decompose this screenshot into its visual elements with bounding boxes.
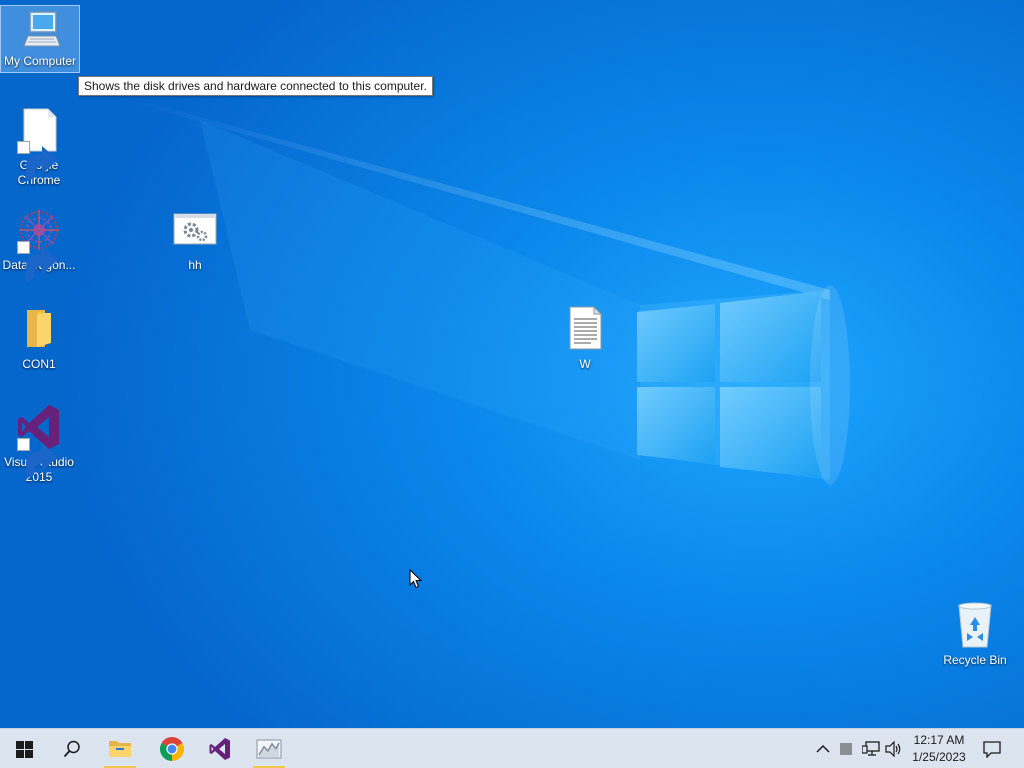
shortcut-arrow-icon <box>17 438 58 479</box>
chart-app-icon <box>256 739 282 759</box>
desktop-icon-recycle-bin[interactable]: Recycle Bin <box>936 601 1014 668</box>
computer-icon <box>16 6 64 54</box>
text-file-icon <box>561 305 609 353</box>
recycle-bin-icon <box>951 601 999 649</box>
desktop-icon-label: Recycle Bin <box>943 653 1007 667</box>
app-button[interactable] <box>246 729 292 768</box>
tooltip: Shows the disk drives and hardware conne… <box>78 76 433 96</box>
chrome-icon <box>160 737 184 761</box>
file-explorer-button[interactable] <box>97 729 143 768</box>
visual-studio-icon <box>209 738 230 760</box>
start-button[interactable] <box>1 729 47 768</box>
volume-button[interactable] <box>884 739 904 759</box>
clock-time: 12:17 AM <box>913 733 965 747</box>
volume-icon <box>885 741 901 757</box>
desktop-icon-w[interactable]: W <box>546 305 624 372</box>
network-icon <box>862 741 880 756</box>
visual-studio-icon <box>15 403 63 479</box>
chrome-button[interactable] <box>149 729 195 768</box>
desktop-icon-my-computer[interactable]: My Computer <box>0 5 80 73</box>
search-icon <box>63 740 80 758</box>
wallpaper <box>120 95 850 485</box>
visual-studio-button[interactable] <box>197 729 243 768</box>
clock[interactable]: 12:17 AM 1/25/2023 <box>906 732 972 766</box>
windows-logo-icon <box>15 740 33 758</box>
desktop-icon-google-chrome[interactable]: Google Chrome <box>0 106 78 188</box>
show-hidden-icons-button[interactable] <box>813 739 833 759</box>
notification-icon <box>983 740 1001 758</box>
folder-icon <box>15 305 63 353</box>
mouse-cursor-icon <box>409 569 423 589</box>
network-button[interactable] <box>861 739 881 759</box>
shortcut-arrow-icon <box>17 241 58 282</box>
clock-date: 1/25/2023 <box>912 750 966 764</box>
action-center-button[interactable] <box>981 739 1003 759</box>
chevron-up-icon <box>816 744 830 753</box>
desktop-icon-hh[interactable]: hh <box>156 206 234 273</box>
desktop-icon-label: CON1 <box>22 357 56 371</box>
desktop-icon-datawagon[interactable]: DataWagon... <box>0 206 78 282</box>
square-icon <box>840 743 852 755</box>
document-icon <box>15 106 63 182</box>
folder-icon <box>109 741 131 757</box>
shortcut-arrow-icon <box>17 141 58 182</box>
desktop-icon-label: hh <box>188 258 202 272</box>
desktop-icon-con1[interactable]: CON1 <box>0 305 78 372</box>
search-button[interactable] <box>49 729 95 768</box>
desktop-icon-label: My Computer <box>3 54 77 68</box>
desktop-icon-label: W <box>579 357 591 371</box>
settings-window-icon <box>171 206 219 254</box>
datawagon-icon <box>15 206 63 282</box>
windows-wallpaper-logo <box>637 291 821 478</box>
taskbar: 12:17 AM 1/25/2023 <box>0 728 1024 768</box>
tray-app-icon[interactable] <box>836 739 856 759</box>
desktop-icon-visual-studio-2015[interactable]: Visual Studio 2015 <box>0 403 78 485</box>
